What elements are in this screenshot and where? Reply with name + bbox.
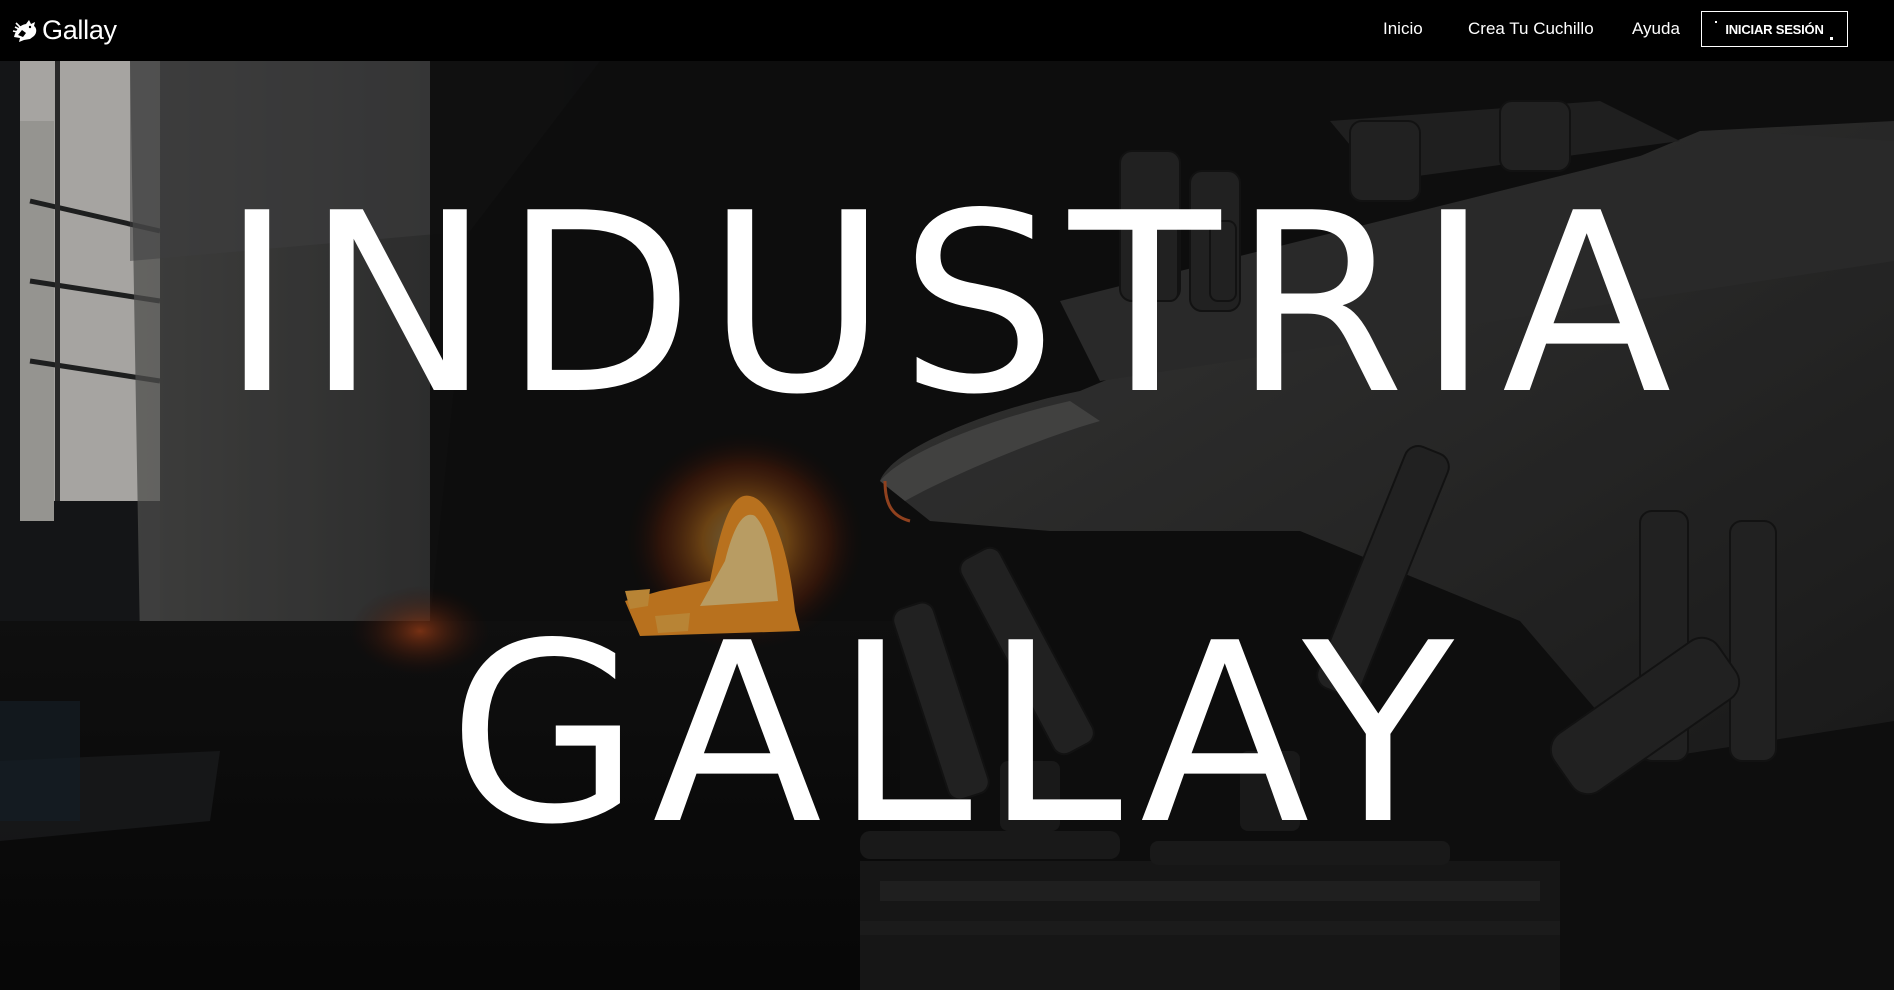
nav-link-ayuda[interactable]: Ayuda	[1632, 19, 1680, 39]
rooster-logo-icon	[12, 20, 37, 42]
sparkle-dot-icon	[1715, 21, 1717, 23]
hero-title-line-2: GALLAY	[448, 591, 1466, 879]
nav-link-inicio[interactable]: Inicio	[1383, 19, 1423, 39]
hero-section: INDUSTRIA GALLAY	[0, 61, 1894, 990]
brand-name: Gallay	[42, 14, 117, 45]
brand-logo-link[interactable]: Gallay	[10, 12, 117, 48]
sparkle-dot-icon	[1830, 37, 1833, 40]
top-navbar: Gallay Inicio Crea Tu Cuchillo Ayuda INI…	[0, 0, 1894, 61]
login-button-label: INICIAR SESIÓN	[1725, 21, 1824, 37]
nav-link-crea-tu-cuchillo[interactable]: Crea Tu Cuchillo	[1468, 19, 1594, 39]
hero-title-line-1: INDUSTRIA	[220, 161, 1684, 449]
page: Gallay Inicio Crea Tu Cuchillo Ayuda INI…	[0, 0, 1894, 990]
login-button[interactable]: INICIAR SESIÓN	[1701, 11, 1848, 47]
